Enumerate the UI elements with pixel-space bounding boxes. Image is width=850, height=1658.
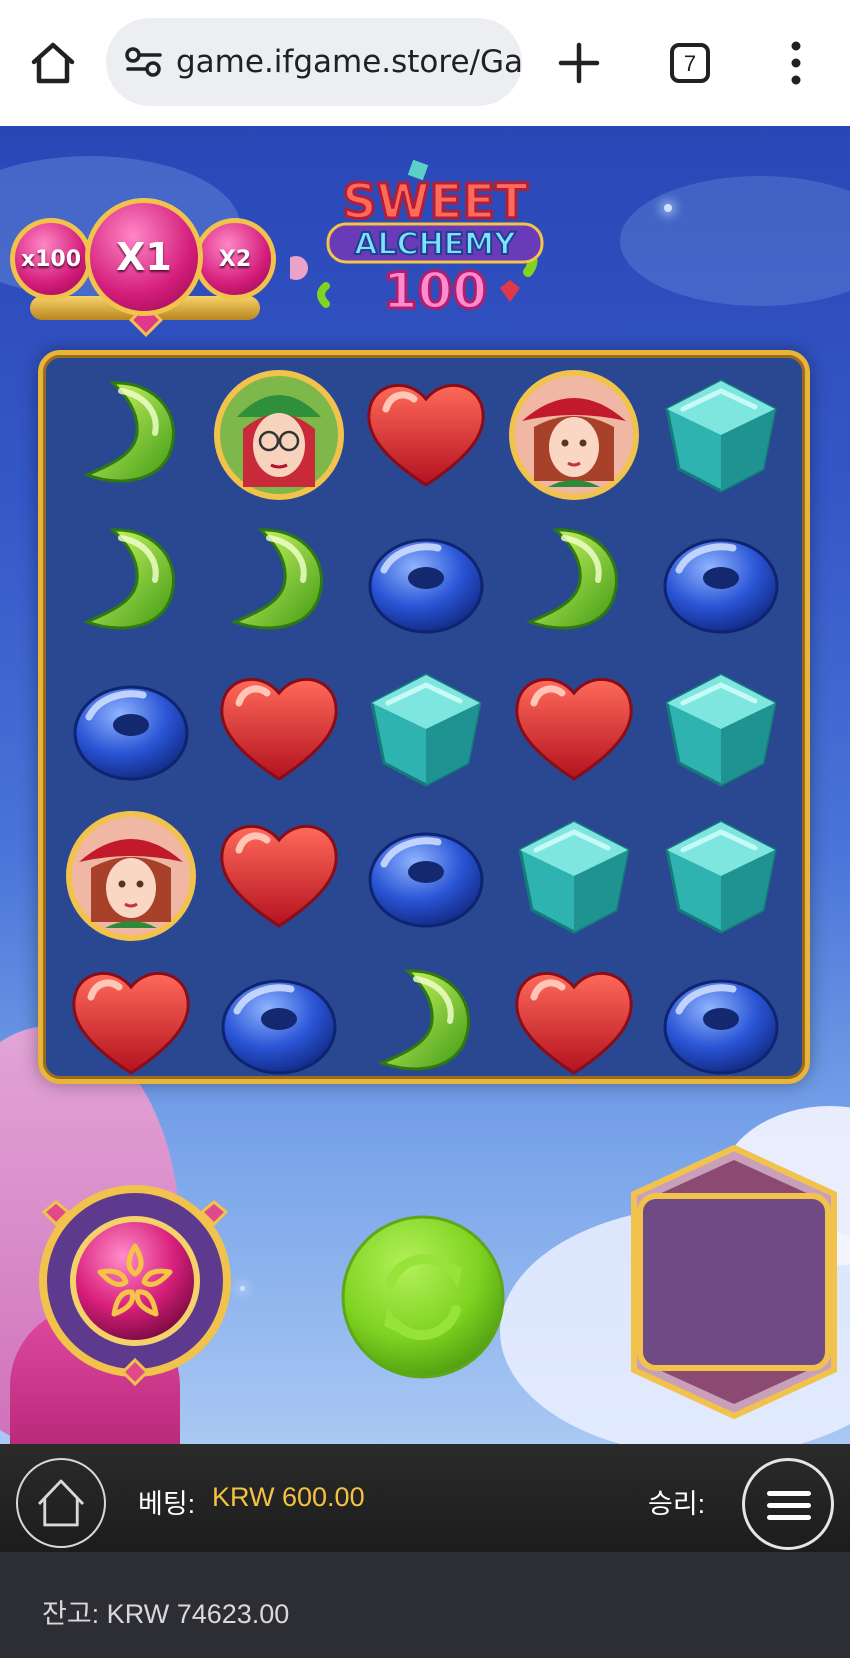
symbol-blue-ring <box>651 953 791 1093</box>
symbol-red-heart <box>209 659 349 799</box>
multiplier-bar: x100 X2 X1 <box>10 176 280 337</box>
tab-switcher-icon[interactable]: 7 <box>670 43 710 83</box>
menu-button[interactable] <box>742 1458 834 1550</box>
teal-cube-icon <box>665 673 777 787</box>
red-heart-icon <box>219 824 338 928</box>
bet-label: 베팅: <box>138 1489 196 1519</box>
blue-ring-icon <box>73 685 189 781</box>
multiplier-orb-x2: X2 <box>194 218 276 300</box>
address-bar[interactable]: game.ifgame.store/Gar <box>106 18 522 106</box>
green-crescent-icon <box>82 528 175 630</box>
multiplier-orb-x100: x100 <box>10 218 92 300</box>
win-display-panel <box>631 1144 837 1420</box>
win-label: 승리: <box>648 1489 706 1519</box>
symbol-red-heart <box>504 953 644 1093</box>
home-icon[interactable] <box>28 38 78 88</box>
green-crescent-icon <box>377 969 470 1071</box>
multiplier-orb-active: X1 <box>85 198 203 316</box>
symbol-teal-cube <box>651 659 791 799</box>
hamburger-line <box>767 1503 811 1508</box>
reel-grid <box>38 350 810 1084</box>
symbol-blue-ring <box>61 659 201 799</box>
buy-feature-button[interactable] <box>30 1176 240 1386</box>
game-logo: SWEET ALCHEMY 100 <box>290 159 544 316</box>
symbol-teal-cube <box>651 806 791 946</box>
logo-line1: SWEET <box>342 174 528 230</box>
red-heart-icon <box>367 383 485 487</box>
blue-ring-icon <box>221 979 336 1075</box>
blue-ring-icon <box>368 538 484 634</box>
symbol-teal-cube <box>651 365 791 505</box>
game-status-bar: 베팅: KRW 600.00 승리: <box>0 1444 850 1552</box>
hamburger-line <box>767 1491 811 1496</box>
symbol-blue-ring <box>356 806 496 946</box>
teal-cube-icon <box>517 820 630 934</box>
blue-ring-icon <box>663 979 779 1075</box>
more-vert-icon[interactable] <box>786 40 806 86</box>
blue-ring-icon <box>368 832 484 928</box>
witch-red-icon <box>508 370 639 500</box>
red-heart-icon <box>219 677 338 781</box>
red-heart-icon <box>514 677 633 781</box>
symbol-witch-red <box>61 806 201 946</box>
symbol-green-crescent <box>61 512 201 652</box>
symbol-witch-glasses <box>209 365 349 505</box>
green-crescent-icon <box>525 528 618 630</box>
symbol-blue-ring <box>651 512 791 652</box>
symbol-teal-cube <box>504 806 644 946</box>
browser-toolbar: game.ifgame.store/Gar 7 <box>0 0 850 126</box>
symbol-green-crescent <box>209 512 349 652</box>
logo-line3: 100 <box>383 262 487 316</box>
balance-bar: 잔고: KRW 74623.00 <box>0 1552 850 1658</box>
blue-ring-icon <box>663 538 779 634</box>
symbol-red-heart <box>356 365 496 505</box>
green-crescent-icon <box>82 381 175 483</box>
home-icon <box>37 1479 85 1527</box>
hamburger-line <box>767 1515 811 1520</box>
background-cloud <box>620 176 850 306</box>
symbol-red-heart <box>504 659 644 799</box>
balance-text: 잔고: KRW 74623.00 <box>42 1599 290 1629</box>
symbol-green-crescent <box>504 512 644 652</box>
spin-button[interactable] <box>340 1214 506 1380</box>
symbol-green-crescent <box>356 953 496 1093</box>
teal-cube-icon <box>665 379 777 493</box>
sparkle <box>664 204 672 212</box>
new-tab-plus-icon[interactable] <box>556 40 602 86</box>
site-settings-icon[interactable] <box>124 46 164 78</box>
url-text[interactable]: game.ifgame.store/Gar <box>176 44 522 80</box>
game-canvas[interactable]: x100 X2 X1 SWEET ALCHEMY 100 <box>0 126 850 1444</box>
symbol-blue-ring <box>209 953 349 1093</box>
symbol-red-heart <box>209 806 349 946</box>
sparkle <box>240 1286 245 1291</box>
logo-line2: ALCHEMY <box>354 227 517 262</box>
symbol-red-heart <box>61 953 201 1093</box>
symbol-blue-ring <box>356 512 496 652</box>
red-heart-icon <box>514 971 633 1075</box>
symbol-green-crescent <box>61 365 201 505</box>
green-crescent-icon <box>230 528 323 630</box>
red-heart-icon <box>72 971 190 1075</box>
teal-cube-icon <box>665 820 777 934</box>
lobby-home-button[interactable] <box>16 1458 106 1548</box>
teal-cube-icon <box>370 673 482 787</box>
witch-glasses-icon <box>213 370 344 500</box>
symbol-witch-red <box>504 365 644 505</box>
bet-value: KRW 600.00 <box>212 1482 365 1512</box>
symbol-teal-cube <box>356 659 496 799</box>
witch-red-icon <box>66 811 196 941</box>
